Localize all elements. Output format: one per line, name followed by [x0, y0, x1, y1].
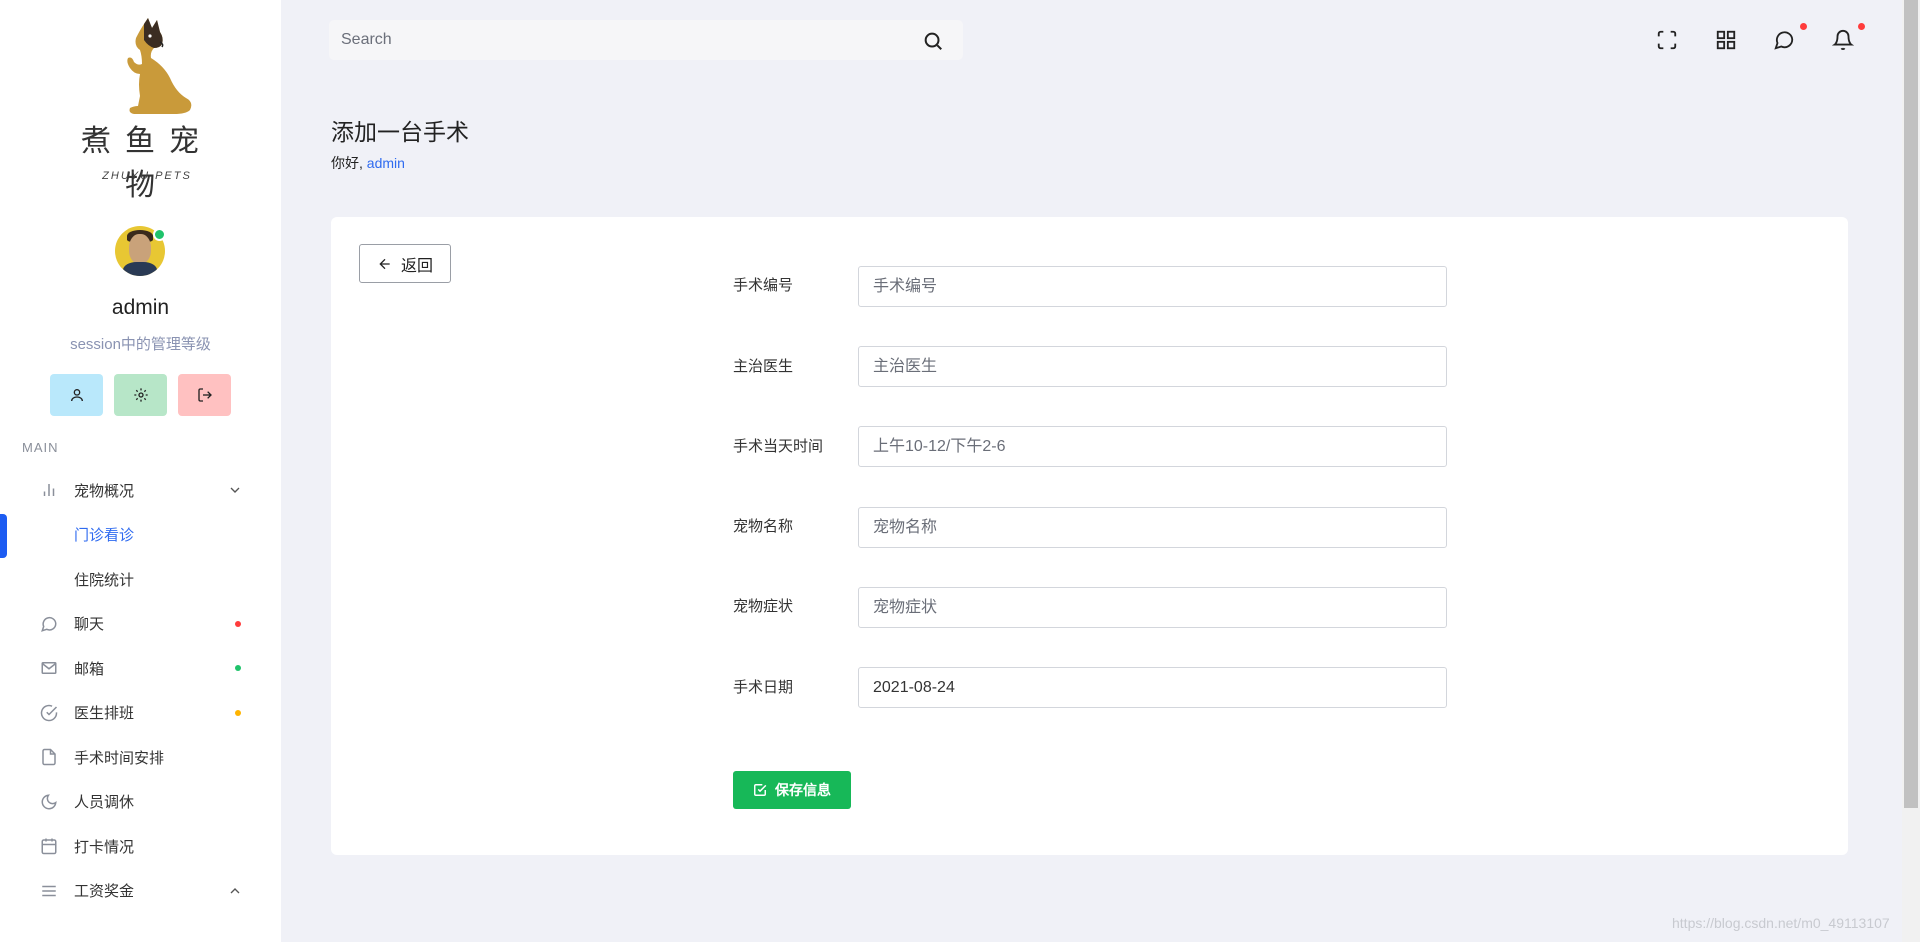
- user-actions: [50, 374, 231, 416]
- fullscreen-button[interactable]: [1655, 28, 1679, 52]
- brand-title: 煮鱼宠物: [81, 124, 213, 203]
- sidebar-item-inpatient-stats[interactable]: 住院统计: [0, 557, 281, 602]
- page-title: 添加一台手术: [331, 119, 469, 145]
- bell-icon: [1832, 30, 1854, 51]
- user-icon: [70, 389, 83, 402]
- sidebar-item-attendance[interactable]: 打卡情况: [0, 824, 281, 869]
- chevron-down-icon: [230, 487, 240, 494]
- notifications-badge: [1858, 23, 1865, 30]
- doctor-input[interactable]: [858, 346, 1447, 387]
- file-icon: [40, 748, 58, 766]
- search-box: [329, 20, 963, 60]
- greeting: 你好, admin: [331, 153, 405, 173]
- messages-badge: [1800, 23, 1807, 30]
- sidebar-item-label: 工资奖金: [74, 883, 135, 901]
- mail-icon: [40, 659, 58, 677]
- sidebar-item-chat[interactable]: 聊天: [0, 602, 281, 647]
- fullscreen-icon: [1657, 30, 1677, 50]
- sidebar-item-label: 手术时间安排: [74, 749, 165, 767]
- logout-icon: [197, 388, 212, 402]
- calendar-icon: [40, 837, 58, 855]
- dog-logo-icon: [127, 18, 192, 114]
- chat-icon: [40, 615, 58, 633]
- search-icon[interactable]: [922, 30, 944, 52]
- back-button-label: 返回: [400, 257, 433, 275]
- profile-button[interactable]: [50, 374, 103, 416]
- logout-button[interactable]: [178, 374, 231, 416]
- brand-subtitle: ZHUYU PETS: [102, 170, 192, 182]
- watermark: https://blog.csdn.net/m0_49113107: [1672, 915, 1890, 931]
- pet-name-label: 宠物名称: [733, 518, 794, 535]
- save-button[interactable]: 保存信息: [733, 771, 851, 809]
- doctor-label: 主治医生: [733, 358, 794, 375]
- sidebar-item-staff-leave[interactable]: 人员调休: [0, 780, 281, 825]
- online-status-dot: [153, 228, 166, 241]
- sidebar-menu: 宠物概况 门诊看诊 住院统计 聊天 邮箱 医生排班 手术时间安排 人员调休 打卡…: [0, 468, 281, 913]
- grid-icon: [1716, 30, 1736, 50]
- menu-icon: [40, 882, 58, 900]
- brand-logo[interactable]: 煮鱼宠物 ZHUYU PETS: [72, 18, 222, 203]
- sidebar-item-pet-overview[interactable]: 宠物概况: [0, 468, 281, 513]
- sidebar-item-label: 打卡情况: [74, 838, 135, 856]
- sidebar: 煮鱼宠物 ZHUYU PETS admin session中的管理等级 MAIN…: [0, 0, 281, 942]
- settings-button[interactable]: [114, 374, 167, 416]
- check-circle-icon: [40, 704, 58, 722]
- bar-chart-icon: [40, 481, 58, 499]
- moon-icon: [40, 793, 58, 811]
- sidebar-item-label: 人员调休: [74, 794, 135, 812]
- pet-symptoms-input[interactable]: [858, 587, 1447, 628]
- menu-section-label: MAIN: [22, 440, 59, 455]
- sidebar-item-label: 聊天: [74, 616, 105, 634]
- mail-status-dot: [235, 665, 241, 672]
- chat-status-dot: [235, 620, 241, 627]
- greeting-prefix: 你好,: [331, 155, 367, 171]
- greeting-user-link[interactable]: admin: [367, 155, 405, 171]
- check-square-icon: [754, 784, 767, 796]
- surgery-id-label: 手术编号: [733, 277, 794, 294]
- surgery-date-input[interactable]: [858, 667, 1447, 708]
- messages-button[interactable]: [1772, 28, 1796, 52]
- search-input[interactable]: [341, 20, 901, 60]
- sidebar-item-outpatient[interactable]: 门诊看诊: [0, 513, 281, 558]
- sidebar-item-label: 门诊看诊: [74, 527, 135, 545]
- sidebar-item-label: 医生排班: [74, 705, 135, 723]
- scrollbar-thumb[interactable]: [1904, 0, 1918, 808]
- sidebar-item-doctor-schedule[interactable]: 医生排班: [0, 691, 281, 736]
- user-name: admin: [111, 296, 170, 319]
- surgery-id-input[interactable]: [858, 266, 1447, 307]
- sidebar-item-label: 邮箱: [74, 660, 105, 678]
- sidebar-item-surgery-schedule[interactable]: 手术时间安排: [0, 735, 281, 780]
- avatar[interactable]: [115, 226, 166, 276]
- schedule-status-dot: [235, 709, 241, 716]
- apps-button[interactable]: [1714, 28, 1738, 52]
- gear-icon: [133, 388, 148, 402]
- save-button-label: 保存信息: [775, 782, 831, 798]
- pet-name-input[interactable]: [858, 507, 1447, 548]
- surgery-time-input[interactable]: [858, 426, 1447, 467]
- pet-symptoms-label: 宠物症状: [733, 598, 794, 615]
- user-role: session中的管理等级: [70, 336, 211, 353]
- back-button[interactable]: 返回: [359, 244, 451, 283]
- chevron-up-icon: [230, 887, 240, 894]
- active-indicator: [0, 514, 7, 558]
- sidebar-item-label: 宠物概况: [74, 482, 135, 500]
- notifications-button[interactable]: [1831, 28, 1855, 52]
- sidebar-item-mail[interactable]: 邮箱: [0, 646, 281, 691]
- sidebar-item-salary[interactable]: 工资奖金: [0, 869, 281, 914]
- surgery-date-label: 手术日期: [733, 679, 794, 696]
- surgery-time-label: 手术当天时间: [733, 438, 824, 455]
- chat-icon: [1774, 31, 1794, 50]
- sidebar-item-label: 住院统计: [74, 571, 135, 589]
- arrow-left-icon: [379, 258, 390, 269]
